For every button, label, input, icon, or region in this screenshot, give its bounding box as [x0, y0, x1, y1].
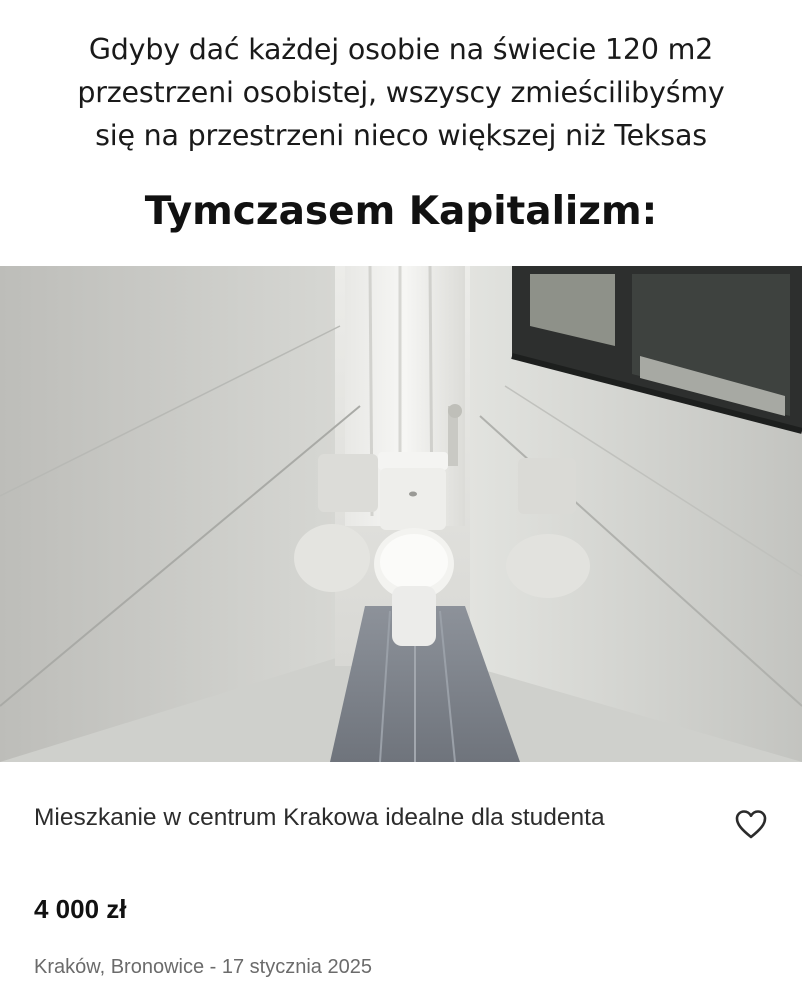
meme-caption-line: Gdyby dać każdej osobie na świecie 120 m…: [88, 33, 714, 66]
listing-photo[interactable]: [0, 266, 802, 762]
meme-caption-line: przestrzeni osobistej, wszyscy zmieścili…: [77, 76, 725, 109]
heart-outline-icon: [735, 810, 767, 839]
listing-card[interactable]: Mieszkanie w centrum Krakowa idealne dla…: [0, 762, 802, 1000]
listing-price: 4 000 zł: [34, 894, 127, 924]
meme-caption-line: się na przestrzeni nieco większej niż Te…: [95, 119, 707, 152]
listing-location-date: Kraków, Bronowice - 17 stycznia 2025: [34, 956, 372, 978]
meme-caption: Gdyby dać każdej osobie na świecie 120 m…: [0, 28, 802, 157]
favorite-heart-icon[interactable]: [733, 806, 769, 842]
listing-title[interactable]: Mieszkanie w centrum Krakowa idealne dla…: [34, 800, 674, 836]
meme-headline: Tymczasem Kapitalizm:: [144, 189, 658, 234]
bathroom-photo-illustration: [0, 266, 802, 762]
